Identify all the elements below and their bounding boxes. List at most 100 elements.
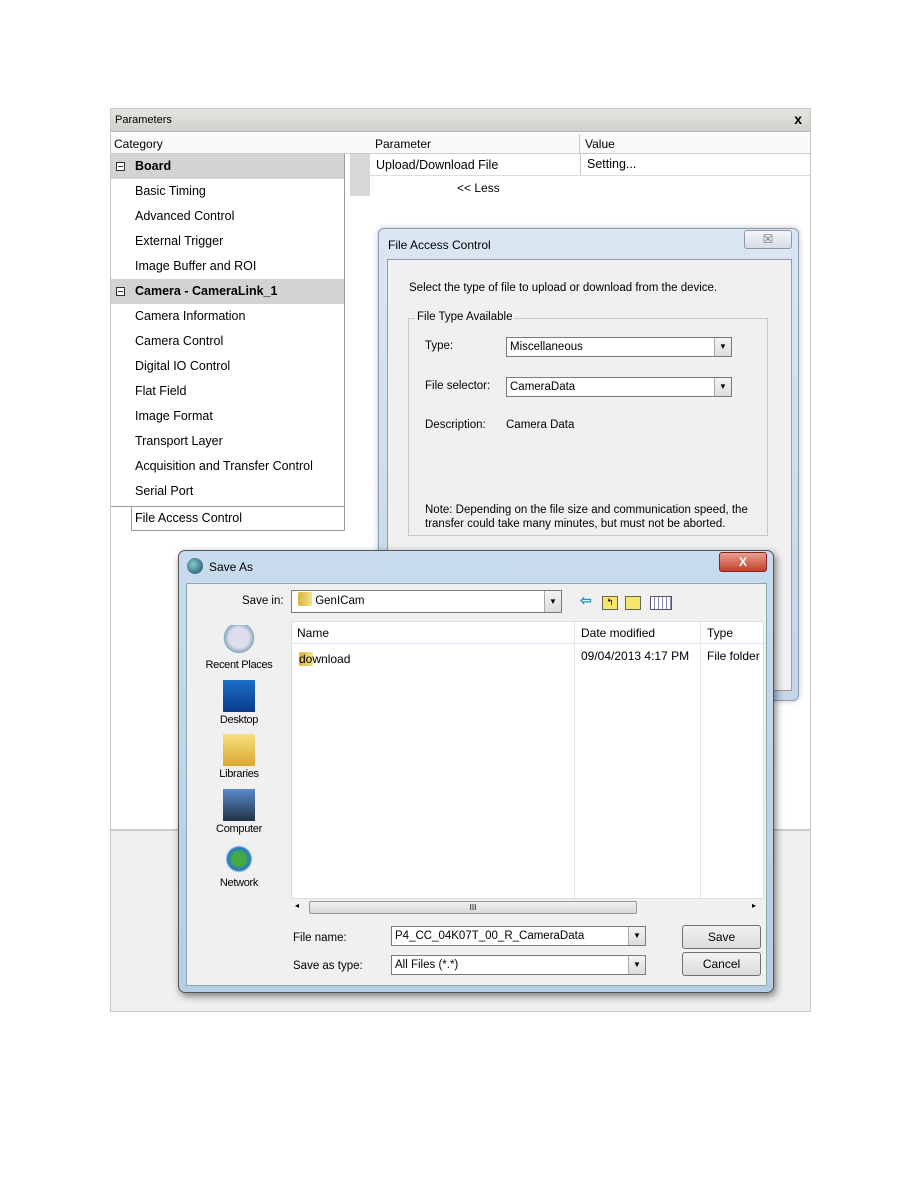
tree-item-label: Flat Field xyxy=(135,384,187,398)
scrollbar-thumb[interactable]: III xyxy=(309,901,637,914)
parameters-title: Parameters xyxy=(115,114,172,126)
description-label: Description: xyxy=(425,419,486,431)
chevron-down-icon[interactable]: ▼ xyxy=(714,378,731,396)
tree-item[interactable]: Camera Control xyxy=(111,329,344,354)
save-button[interactable]: Save xyxy=(682,925,761,949)
tree-item-label: Transport Layer xyxy=(135,434,223,448)
tree-item-file-access-control[interactable]: File Access Control xyxy=(131,506,345,531)
computer-icon xyxy=(223,788,255,821)
file-list[interactable]: Name Date modified Type download 09/04/2… xyxy=(291,621,764,899)
column-name[interactable]: Name xyxy=(297,626,329,640)
place-desktop[interactable]: Desktop xyxy=(191,679,287,726)
recent-places-icon xyxy=(223,625,255,657)
cancel-button[interactable]: Cancel xyxy=(682,952,761,976)
file-date: 09/04/2013 4:17 PM xyxy=(581,649,690,663)
horizontal-scrollbar[interactable]: ◂ III ▸ xyxy=(291,899,764,916)
save-in-label: Save in: xyxy=(242,595,284,607)
save-in-select[interactable]: GenICam ▼ xyxy=(291,590,562,613)
close-icon[interactable]: ☒ xyxy=(744,230,792,249)
type-select[interactable]: Miscellaneous ▼ xyxy=(506,337,732,357)
file-name-input[interactable]: P4_CC_04K07T_00_R_CameraData ▼ xyxy=(391,926,646,946)
tree-item[interactable]: Image Format xyxy=(111,404,344,429)
place-label: Computer xyxy=(216,822,262,835)
place-recent-places[interactable]: Recent Places xyxy=(191,625,287,671)
place-network[interactable]: Network xyxy=(191,843,287,889)
tree-item-label: Camera - CameraLink_1 xyxy=(135,284,278,298)
file-name-value: P4_CC_04K07T_00_R_CameraData xyxy=(395,930,585,942)
file-type-group: File Type Available Type: Miscellaneous ▼… xyxy=(408,311,768,536)
parameter-row[interactable]: Upload/Download File Setting... xyxy=(370,154,810,176)
column-type[interactable]: Type xyxy=(707,626,733,640)
less-button[interactable]: << Less xyxy=(457,181,500,195)
tree-item-label: Basic Timing xyxy=(135,184,206,198)
instruction-text: Select the type of file to upload or dow… xyxy=(409,282,718,294)
save-as-type-select[interactable]: All Files (*.*) ▼ xyxy=(391,955,646,975)
chevron-down-icon[interactable]: ▼ xyxy=(714,338,731,356)
category-header: Category xyxy=(114,137,163,151)
tree-item-label: Image Format xyxy=(135,409,213,423)
scroll-left-icon[interactable]: ◂ xyxy=(295,901,299,910)
category-tree: Board Basic Timing Advanced Control Externa… xyxy=(111,154,345,507)
chevron-down-icon[interactable]: ▼ xyxy=(628,956,645,974)
folder-icon xyxy=(298,592,312,606)
tree-item[interactable]: Basic Timing xyxy=(111,179,344,204)
back-arrow-icon[interactable]: ⇦ xyxy=(580,592,596,608)
parameters-title-bar: Parameters x xyxy=(111,109,810,132)
places-bar: Recent Places Desktop Libraries Computer Net… xyxy=(191,621,287,901)
place-label: Network xyxy=(219,877,259,889)
desktop-icon xyxy=(223,679,255,712)
parameter-value[interactable]: Setting... xyxy=(580,154,636,175)
file-name-label: File name: xyxy=(293,932,347,944)
row-selector-strip xyxy=(350,154,370,196)
tree-item[interactable]: Advanced Control xyxy=(111,204,344,229)
tree-item[interactable]: Camera Information xyxy=(111,304,344,329)
tree-item-label: Camera Information xyxy=(135,309,246,323)
view-menu-icon[interactable] xyxy=(650,596,672,610)
tree-item[interactable]: Image Buffer and ROI xyxy=(111,254,344,279)
collapse-icon[interactable] xyxy=(116,287,125,296)
file-type: File folder xyxy=(707,649,760,663)
tree-item-label: External Trigger xyxy=(135,234,224,248)
chevron-down-icon[interactable]: ▼ xyxy=(544,591,561,612)
collapse-icon[interactable] xyxy=(116,162,125,171)
save-as-app-icon xyxy=(187,558,203,574)
note-text: Note: Depending on the file size and com… xyxy=(425,504,748,530)
tree-item-label: Advanced Control xyxy=(135,209,235,223)
tree-item[interactable]: Acquisition and Transfer Control xyxy=(111,454,344,479)
tree-item-label: Image Buffer and ROI xyxy=(135,259,257,273)
save-in-value: GenICam xyxy=(315,595,365,607)
parameter-name: Upload/Download File xyxy=(376,158,499,172)
tree-item[interactable]: Serial Port xyxy=(111,479,344,504)
up-folder-icon[interactable]: ↰ xyxy=(602,596,618,610)
tree-group[interactable]: Camera - CameraLink_1 xyxy=(111,279,344,304)
type-label: Type: xyxy=(425,340,454,352)
place-label: Libraries xyxy=(219,768,259,780)
close-icon[interactable]: x xyxy=(794,111,802,127)
dialog-title: File Access Control xyxy=(388,238,491,252)
tree-item[interactable]: Flat Field xyxy=(111,379,344,404)
dialog-body: Save in: GenICam ▼ ⇦ ↰ Recent Places Deskt… xyxy=(186,583,767,986)
tree-item[interactable]: Digital IO Control xyxy=(111,354,344,379)
file-selector-value: CameraData xyxy=(510,381,576,393)
place-label: Desktop xyxy=(219,713,259,726)
group-label: File Type Available xyxy=(415,311,515,323)
column-date-modified[interactable]: Date modified xyxy=(581,626,655,640)
parameter-header[interactable]: Parameter xyxy=(375,137,431,151)
tree-item[interactable]: Transport Layer xyxy=(111,429,344,454)
file-row[interactable]: download 09/04/2013 4:17 PM File folder xyxy=(292,646,763,666)
save-as-type-value: All Files (*.*) xyxy=(395,959,459,971)
file-selector-select[interactable]: CameraData ▼ xyxy=(506,377,732,397)
tree-item[interactable]: External Trigger xyxy=(111,229,344,254)
new-folder-icon[interactable] xyxy=(625,596,641,610)
tree-item-label: Board xyxy=(135,159,172,173)
place-computer[interactable]: Computer xyxy=(191,788,287,835)
value-header[interactable]: Value xyxy=(579,134,615,154)
close-button[interactable]: X xyxy=(719,552,767,572)
column-header: Category Parameter Value xyxy=(111,134,810,154)
scroll-right-icon[interactable]: ▸ xyxy=(752,901,756,910)
tree-group[interactable]: Board xyxy=(111,154,344,179)
network-icon xyxy=(223,843,255,875)
chevron-down-icon[interactable]: ▼ xyxy=(628,927,645,945)
place-libraries[interactable]: Libraries xyxy=(191,734,287,780)
file-selector-label: File selector: xyxy=(425,380,491,392)
